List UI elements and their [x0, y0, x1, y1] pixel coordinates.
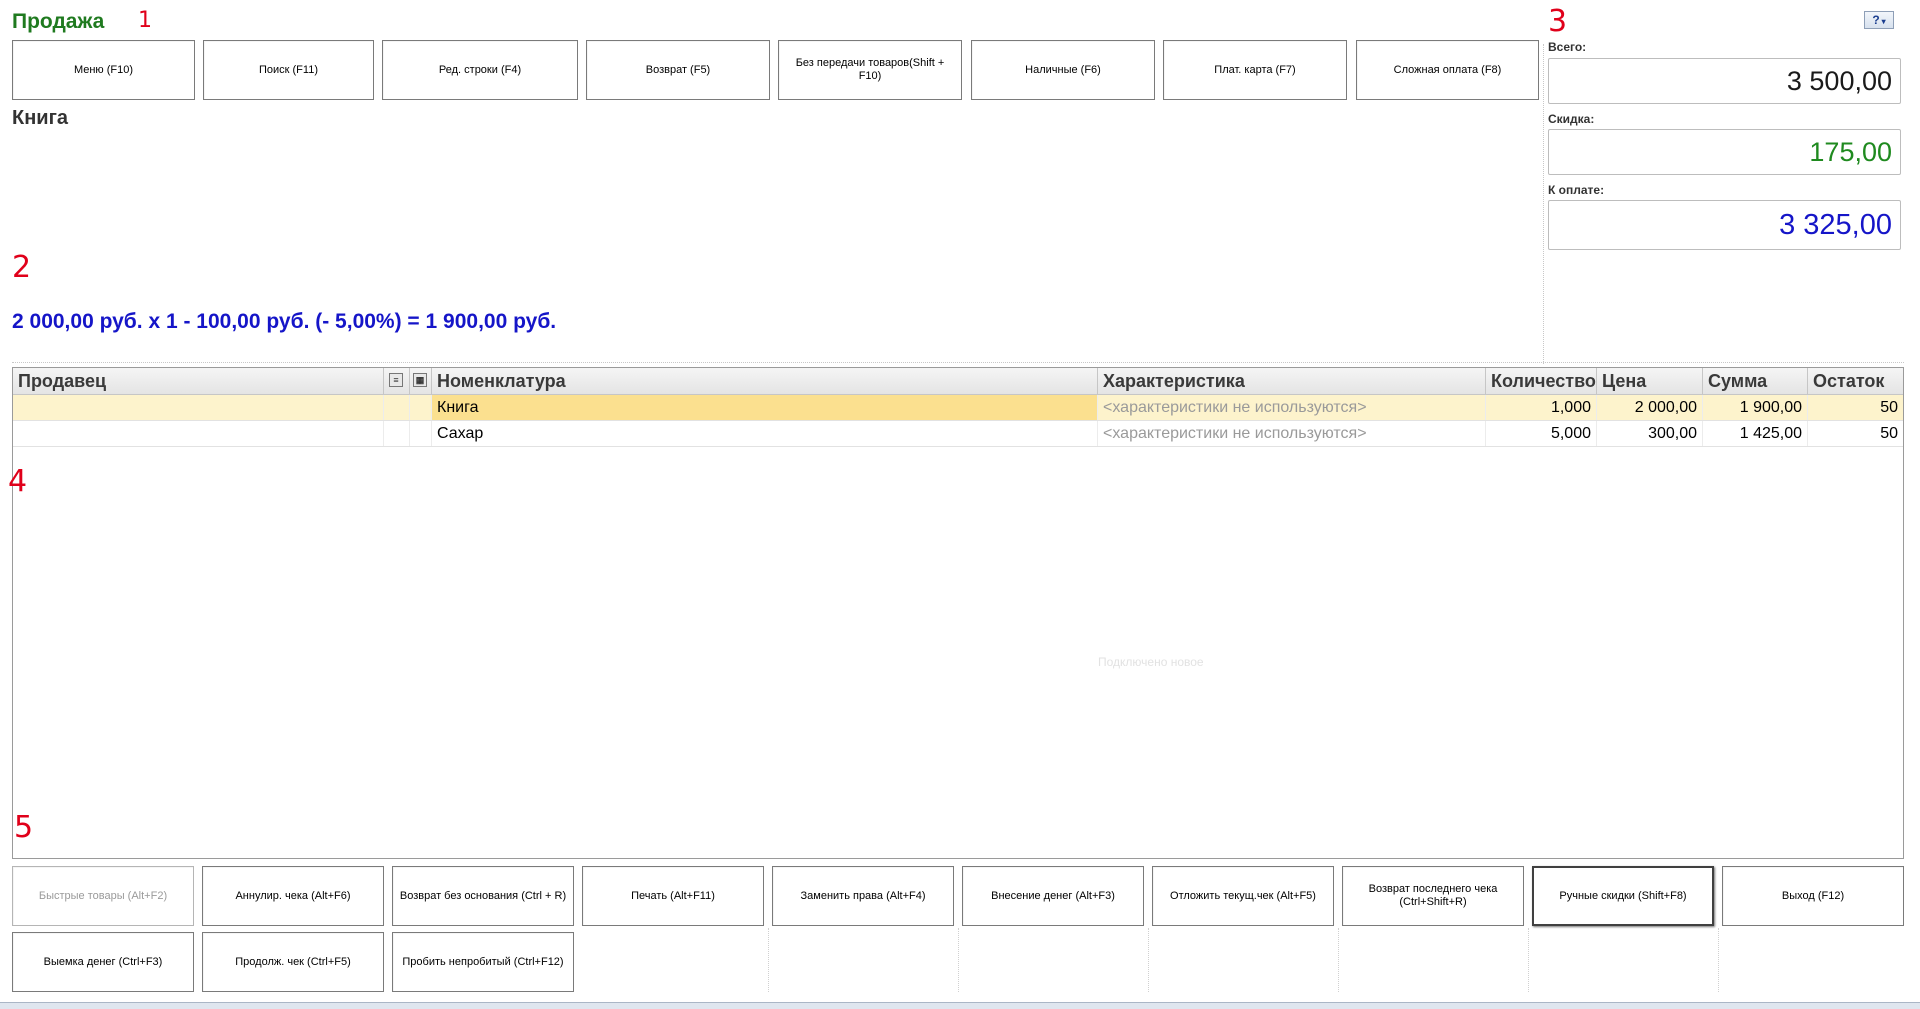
no-goods-transfer-button[interactable]: Без передачи товаров(Shift + F10) [778, 40, 962, 100]
cell-price: 2 000,00 [1597, 395, 1703, 420]
column-header-seller[interactable]: Продавец [13, 368, 384, 394]
cell-stock: 50 [1880, 399, 1898, 416]
grid-icon: ▦ [413, 373, 427, 387]
slot-divider [1528, 928, 1529, 992]
cell-item: Книга [432, 395, 1098, 420]
cell-sum: 1 425,00 [1703, 421, 1808, 446]
edit-line-button[interactable]: Ред. строки (F4) [382, 40, 578, 100]
slot-divider [1338, 928, 1339, 992]
pay-label: К оплате: [1548, 183, 1605, 197]
cell-characteristic: <характеристики не используются> [1098, 395, 1486, 420]
slot-divider [1148, 928, 1149, 992]
annotation-marker-3: 3 [1548, 4, 1568, 39]
grid-watermark: Подключено новое [1098, 655, 1204, 669]
cash-in-button[interactable]: Внесение денег (Alt+F3) [962, 866, 1144, 926]
print-button[interactable]: Печать (Alt+F11) [582, 866, 764, 926]
pay-value: 3 325,00 [1548, 200, 1901, 250]
return-last-receipt-button[interactable]: Возврат последнего чека (Ctrl+Shift+R) [1342, 866, 1524, 926]
column-header-item[interactable]: Номенклатура [432, 368, 1098, 394]
cell-quantity: 5,000 [1486, 421, 1597, 446]
total-label: Всего: [1548, 40, 1587, 54]
change-rights-button[interactable]: Заменить права (Alt+F4) [772, 866, 954, 926]
column-header-icon-1[interactable]: ≡ [384, 368, 410, 394]
cell-sum: 1 900,00 [1703, 395, 1808, 420]
column-header-characteristic[interactable]: Характеристика [1098, 368, 1486, 394]
cell-icon-1 [384, 421, 410, 446]
complex-payment-button[interactable]: Сложная оплата (F8) [1356, 40, 1539, 100]
slot-divider [1718, 928, 1719, 992]
page-title: Продажа [12, 10, 105, 33]
table-header: Продавец ≡ ▦ Номенклатура Характеристика… [13, 368, 1903, 395]
exit-button[interactable]: Выход (F12) [1722, 866, 1904, 926]
return-button[interactable]: Возврат (F5) [586, 40, 770, 100]
current-item-name: Книга [12, 107, 69, 129]
column-header-sum[interactable]: Сумма [1703, 368, 1808, 394]
print-unprinted-button[interactable]: Пробить непробитый (Ctrl+F12) [392, 932, 574, 992]
cash-button[interactable]: Наличные (F6) [971, 40, 1155, 100]
cell-icon-2 [410, 421, 432, 446]
annotation-marker-1: 1 [138, 8, 152, 33]
cell-characteristic: <характеристики не используются> [1098, 421, 1486, 446]
column-header-quantity[interactable]: Количество [1486, 368, 1597, 394]
table-row[interactable]: Сахар <характеристики не используются> 5… [13, 421, 1903, 447]
annotation-marker-2: 2 [12, 250, 32, 285]
card-payment-button[interactable]: Плат. карта (F7) [1163, 40, 1347, 100]
table-row[interactable]: Книга <характеристики не используются> 1… [13, 395, 1903, 421]
search-button[interactable]: Поиск (F11) [203, 40, 374, 100]
column-header-stock[interactable]: Остаток [1808, 368, 1903, 394]
goods-table[interactable]: Продавец ≡ ▦ Номенклатура Характеристика… [12, 367, 1904, 859]
list-icon: ≡ [389, 373, 403, 387]
quick-goods-button[interactable]: Быстрые товары (Alt+F2) [12, 866, 194, 926]
manual-discounts-button[interactable]: Ручные скидки (Shift+F8) [1532, 866, 1714, 926]
annotation-marker-5: 5 [14, 810, 34, 845]
cell-icon-1 [384, 395, 410, 420]
cash-out-button[interactable]: Выемка денег (Ctrl+F3) [12, 932, 194, 992]
cell-stock: 50 [1880, 425, 1898, 442]
price-calculation-line: 2 000,00 руб. х 1 - 100,00 руб. (- 5,00%… [12, 310, 557, 333]
cell-price: 300,00 [1597, 421, 1703, 446]
cell-item: Сахар [432, 421, 1098, 446]
cell-seller [13, 421, 384, 446]
cell-seller [13, 395, 384, 420]
cancel-receipt-button[interactable]: Аннулир. чека (Alt+F6) [202, 866, 384, 926]
continue-receipt-button[interactable]: Продолж. чек (Ctrl+F5) [202, 932, 384, 992]
column-header-price[interactable]: Цена [1597, 368, 1703, 394]
return-no-basis-button[interactable]: Возврат без основания (Ctrl + R) [392, 866, 574, 926]
slot-divider [958, 928, 959, 992]
section-divider [12, 362, 1904, 363]
chevron-down-icon: ▾ [1881, 17, 1886, 26]
column-header-icon-2[interactable]: ▦ [410, 368, 432, 394]
discount-label: Скидка: [1548, 112, 1595, 126]
annotation-marker-4: 4 [8, 464, 28, 499]
cell-icon-2 [410, 395, 432, 420]
cell-quantity: 1,000 [1486, 395, 1597, 420]
panel-divider [1543, 44, 1544, 364]
slot-divider [768, 928, 769, 992]
menu-button[interactable]: Меню (F10) [12, 40, 195, 100]
discount-value: 175,00 [1548, 129, 1901, 175]
help-icon[interactable]: ? ▾ [1864, 11, 1894, 29]
postpone-receipt-button[interactable]: Отложить текущ.чек (Alt+F5) [1152, 866, 1334, 926]
total-value: 3 500,00 [1548, 58, 1901, 104]
